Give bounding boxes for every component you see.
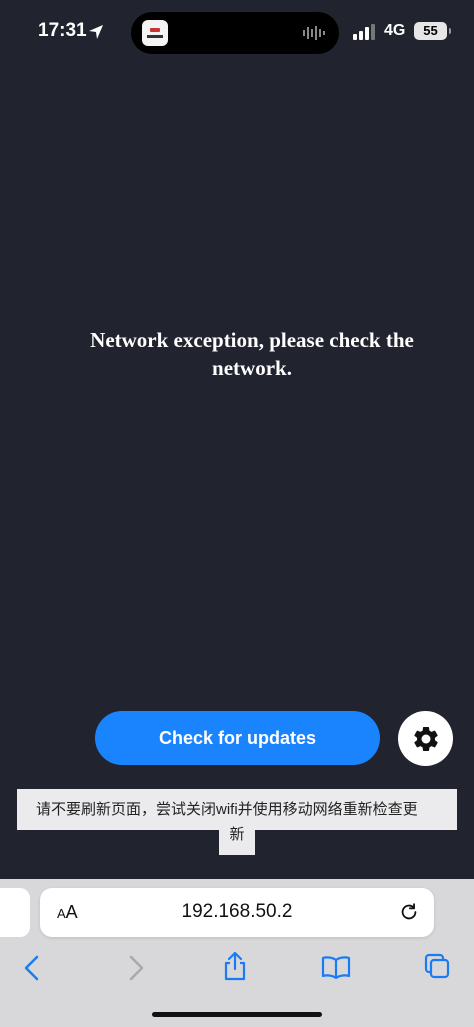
forward-icon[interactable] — [124, 955, 146, 981]
battery-icon: 55 — [414, 22, 451, 40]
gear-icon — [413, 726, 438, 751]
app-activity-icon — [142, 20, 168, 46]
address-bar[interactable]: AA 192.168.50.2 — [40, 888, 434, 937]
network-error-message: Network exception, please check the netw… — [90, 328, 414, 380]
refresh-warning-notice-continued: 新 — [219, 818, 255, 855]
reload-icon[interactable] — [398, 901, 420, 923]
audio-waveform-icon — [303, 26, 325, 40]
battery-level: 55 — [423, 23, 438, 38]
check-for-updates-button[interactable]: Check for updates — [95, 711, 380, 765]
settings-button[interactable] — [398, 711, 453, 766]
home-indicator[interactable] — [152, 1012, 322, 1017]
location-arrow-icon — [89, 25, 103, 39]
safari-bottom-bar: AA 192.168.50.2 — [0, 879, 474, 1027]
network-type: 4G — [384, 22, 406, 39]
cellular-signal-icon — [353, 24, 375, 40]
bookmarks-icon[interactable] — [321, 955, 351, 979]
previous-tab-preview[interactable] — [0, 888, 30, 937]
dynamic-island[interactable] — [131, 12, 339, 54]
status-bar: 17:31 4G 55 — [0, 0, 474, 60]
url-text[interactable]: 192.168.50.2 — [40, 901, 434, 923]
status-time: 17:31 — [38, 20, 87, 41]
share-icon[interactable] — [223, 951, 247, 981]
tabs-icon[interactable] — [424, 953, 450, 979]
back-icon[interactable] — [22, 955, 44, 981]
